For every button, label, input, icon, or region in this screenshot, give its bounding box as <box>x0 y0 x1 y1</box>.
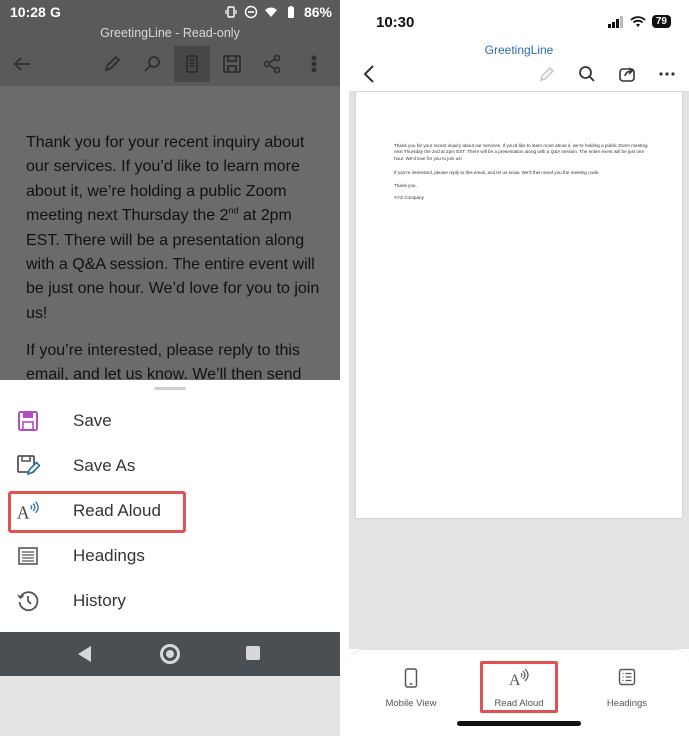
menu-item-headings[interactable]: Headings <box>0 534 340 579</box>
ios-screen: 10:30 79 GreetingLine Thank you for your… <box>349 0 689 736</box>
search-icon <box>144 56 160 72</box>
phone-icon <box>361 668 461 690</box>
android-nav-bar <box>0 632 340 676</box>
menu-item-history[interactable]: History <box>0 579 340 624</box>
chevron-left-icon <box>363 65 374 83</box>
menu-item-label: History <box>73 591 126 610</box>
battery-level: 79 <box>651 15 671 28</box>
more-options-button[interactable] <box>653 60 681 88</box>
search-button[interactable] <box>134 46 170 82</box>
share-icon <box>619 67 635 82</box>
reading-view-button[interactable] <box>174 46 210 82</box>
document-paragraph: If you’re interested, please reply to th… <box>26 342 302 380</box>
battery-percent: 86% <box>303 4 332 20</box>
back-button[interactable] <box>4 46 40 82</box>
status-icons: 86% <box>224 4 332 20</box>
android-toolbar <box>0 42 340 86</box>
wifi-icon <box>264 7 277 17</box>
sheet-handle[interactable] <box>154 387 186 390</box>
history-icon <box>16 589 40 613</box>
tab-label: Headings <box>606 698 648 709</box>
menu-item-save-as[interactable]: Save As <box>0 444 340 489</box>
reading-view-icon <box>186 55 198 73</box>
pen-icon <box>104 55 121 72</box>
search-icon <box>579 66 595 82</box>
document-paragraph: Thank you for your recent inquiry about … <box>26 134 320 322</box>
menu-item-label: Headings <box>73 546 145 565</box>
save-button[interactable] <box>214 46 250 82</box>
search-button[interactable] <box>573 60 601 88</box>
menu-item-label: Save <box>73 411 112 430</box>
document-title: GreetingLine <box>484 43 554 57</box>
dnd-icon <box>244 5 258 19</box>
nav-back-icon[interactable] <box>78 646 91 662</box>
menu-item-label: Save As <box>73 456 136 475</box>
share-icon <box>263 54 281 74</box>
document-body: Thank you for your recent inquiry about … <box>0 86 340 380</box>
save-icon <box>223 55 241 73</box>
signal-icon <box>607 15 623 28</box>
document-paragraph: If you’re interested, please reply to th… <box>394 170 600 175</box>
status-icons: 79 <box>607 15 671 28</box>
tab-headings[interactable]: Headings <box>577 668 677 718</box>
nav-recents-icon[interactable] <box>246 646 260 660</box>
document-paragraph: XYZ Company <box>394 195 424 200</box>
pen-icon <box>539 66 555 82</box>
vibrate-icon <box>225 6 237 18</box>
home-indicator[interactable] <box>457 721 581 726</box>
android-screen: 10:28 G 86% GreetingLine - Read-only Tha… <box>0 0 340 736</box>
edit-button[interactable] <box>533 60 561 88</box>
tab-label: Mobile View <box>385 698 437 709</box>
bottom-padding <box>0 676 340 736</box>
edit-button[interactable] <box>94 46 130 82</box>
menu-item-save[interactable]: Save <box>0 399 340 444</box>
save-icon <box>16 409 40 433</box>
tab-mobile-view[interactable]: Mobile View <box>361 668 461 718</box>
status-time: 10:30 <box>376 14 415 31</box>
nav-home-icon[interactable] <box>160 644 180 664</box>
headings-icon <box>577 668 677 690</box>
document-title: GreetingLine - Read-only <box>0 26 340 42</box>
read-aloud-highlight-box <box>480 661 558 713</box>
wifi-icon <box>630 15 646 27</box>
headings-icon <box>16 544 40 568</box>
status-time: 10:28 <box>10 4 46 20</box>
battery-icon <box>287 6 294 18</box>
back-arrow-icon <box>13 57 30 71</box>
document-paragraph: Thank you for your recent inquiry about … <box>394 143 648 161</box>
google-icon: G <box>50 4 61 20</box>
read-aloud-highlight-box <box>8 491 186 533</box>
back-button[interactable] <box>355 60 383 88</box>
comparison-screenshot: 10:28 G 86% GreetingLine - Read-only Tha… <box>0 0 689 736</box>
android-status-bar: 10:28 G 86% <box>0 0 340 26</box>
document-paragraph: Thank you, <box>394 183 417 188</box>
more-vert-icon <box>311 55 317 73</box>
save-as-icon <box>16 454 40 478</box>
more-options-button[interactable] <box>296 46 332 82</box>
share-button[interactable] <box>613 60 641 88</box>
document-page: Thank you for your recent inquiry about … <box>355 91 683 519</box>
share-button[interactable] <box>254 46 290 82</box>
more-horiz-icon <box>659 72 675 76</box>
document-canvas: Thank you for your recent inquiry about … <box>349 91 689 649</box>
